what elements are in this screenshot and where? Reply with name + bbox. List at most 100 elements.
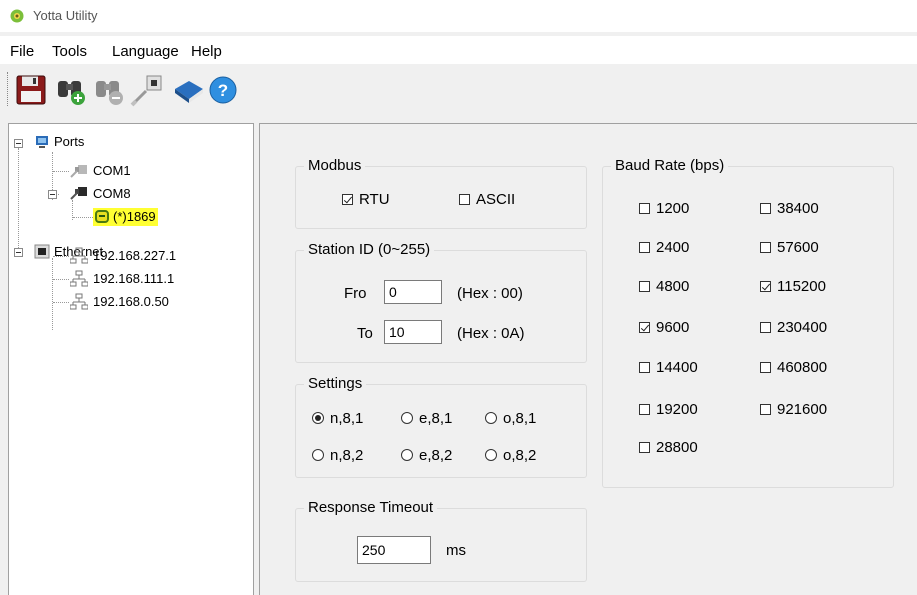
tree-node-ip2[interactable]: 192.168.111.1 bbox=[9, 270, 249, 288]
tree-node-ip1[interactable]: 192.168.227.1 bbox=[9, 247, 249, 265]
book-icon[interactable] bbox=[172, 73, 206, 107]
radio-n82[interactable]: n,8,2 bbox=[312, 447, 363, 464]
timeout-input[interactable] bbox=[357, 536, 431, 564]
option-label: o,8,1 bbox=[503, 410, 537, 427]
checkbox-icon bbox=[639, 362, 650, 373]
svg-text:?: ? bbox=[218, 81, 228, 100]
tree-label-device: (*)1869 bbox=[111, 208, 158, 226]
checkbox-icon bbox=[639, 203, 650, 214]
response-timeout-title: Response Timeout bbox=[304, 499, 438, 516]
tree-label-ip: 192.168.0.50 bbox=[93, 294, 169, 309]
baud-rate-title: Baud Rate (bps) bbox=[611, 157, 729, 174]
baud-label: 921600 bbox=[777, 401, 828, 418]
tree-node-device[interactable]: (*)1869 bbox=[9, 208, 249, 226]
ascii-checkbox[interactable]: ASCII bbox=[459, 191, 515, 208]
from-label: Fro bbox=[344, 285, 367, 302]
baud-57600-checkbox[interactable]: 57600 bbox=[760, 239, 819, 256]
baud-label: 4800 bbox=[656, 278, 690, 295]
gear-flower-icon bbox=[10, 9, 24, 23]
menu-bar: File Tools Language Help bbox=[0, 36, 917, 64]
baud-label: 115200 bbox=[777, 278, 826, 295]
baud-label: 9600 bbox=[656, 319, 690, 336]
checkbox-icon bbox=[639, 322, 650, 333]
baud-28800-checkbox[interactable]: 28800 bbox=[639, 439, 698, 456]
station-id-group: Station ID (0~255) Fro (Hex : 00) To (He… bbox=[295, 241, 587, 363]
checkbox-icon bbox=[760, 242, 771, 253]
baud-921600-checkbox[interactable]: 921600 bbox=[760, 401, 827, 418]
menu-language[interactable]: Language bbox=[112, 43, 179, 60]
rtu-checkbox[interactable]: RTU bbox=[342, 191, 390, 208]
network-icon bbox=[70, 270, 88, 287]
baud-4800-checkbox[interactable]: 4800 bbox=[639, 278, 689, 295]
radio-icon bbox=[401, 412, 413, 424]
from-input[interactable] bbox=[384, 280, 442, 304]
baud-label: 230400 bbox=[777, 319, 828, 336]
baud-9600-checkbox[interactable]: 9600 bbox=[639, 319, 689, 336]
baud-label: 57600 bbox=[777, 239, 819, 256]
option-label: n,8,1 bbox=[330, 410, 364, 427]
to-input[interactable] bbox=[384, 320, 442, 344]
baud-1200-checkbox[interactable]: 1200 bbox=[639, 200, 689, 217]
checkbox-icon bbox=[760, 404, 771, 415]
radio-e81[interactable]: e,8,1 bbox=[401, 410, 452, 427]
tree-node-com1[interactable]: COM1 bbox=[9, 162, 249, 180]
checkbox-icon bbox=[342, 194, 353, 205]
menu-file[interactable]: File bbox=[10, 43, 34, 60]
collapse-icon[interactable] bbox=[14, 139, 23, 148]
baud-38400-checkbox[interactable]: 38400 bbox=[760, 200, 819, 217]
device-tree[interactable]: Ports COM1 COM8 (*)1869 Ethernet 192.168… bbox=[8, 123, 254, 595]
baud-label: 2400 bbox=[656, 239, 690, 256]
search-remove-icon[interactable] bbox=[92, 73, 126, 107]
checkbox-icon bbox=[639, 404, 650, 415]
baud-19200-checkbox[interactable]: 19200 bbox=[639, 401, 698, 418]
to-label: To bbox=[357, 325, 373, 342]
modbus-title: Modbus bbox=[304, 157, 366, 174]
ascii-label: ASCII bbox=[476, 191, 516, 208]
radio-icon bbox=[485, 449, 497, 461]
baud-label: 28800 bbox=[656, 439, 698, 456]
search-add-icon[interactable] bbox=[54, 73, 88, 107]
modbus-group: Modbus RTU ASCII bbox=[295, 157, 587, 229]
baud-460800-checkbox[interactable]: 460800 bbox=[760, 359, 827, 376]
menu-help[interactable]: Help bbox=[191, 43, 222, 60]
from-hex: (Hex : 00) bbox=[457, 285, 523, 302]
checkbox-icon bbox=[760, 203, 771, 214]
option-label: n,8,2 bbox=[330, 447, 364, 464]
option-label: e,8,2 bbox=[419, 447, 453, 464]
radio-o81[interactable]: o,8,1 bbox=[485, 410, 536, 427]
radio-o82[interactable]: o,8,2 bbox=[485, 447, 536, 464]
tree-label-ip: 192.168.111.1 bbox=[93, 271, 175, 286]
ports-icon bbox=[36, 136, 48, 148]
radio-icon bbox=[401, 449, 413, 461]
baud-2400-checkbox[interactable]: 2400 bbox=[639, 239, 689, 256]
save-icon[interactable] bbox=[14, 73, 48, 107]
collapse-icon[interactable] bbox=[48, 190, 57, 199]
baud-230400-checkbox[interactable]: 230400 bbox=[760, 319, 827, 336]
help-icon[interactable]: ? bbox=[206, 73, 240, 107]
tree-node-ports[interactable]: Ports bbox=[9, 133, 249, 151]
rtu-label: RTU bbox=[359, 191, 390, 208]
toolbar-grip bbox=[7, 72, 10, 106]
tree-label-com8: COM8 bbox=[93, 186, 131, 201]
baud-rate-group: Baud Rate (bps) 1200 2400 4800 9600 1440… bbox=[602, 157, 894, 488]
connect-icon[interactable] bbox=[130, 73, 164, 107]
tree-node-ip3[interactable]: 192.168.0.50 bbox=[9, 293, 249, 311]
response-timeout-group: Response Timeout ms bbox=[295, 499, 587, 582]
to-hex: (Hex : 0A) bbox=[457, 325, 525, 342]
option-label: e,8,1 bbox=[419, 410, 453, 427]
network-icon bbox=[70, 247, 88, 264]
checkbox-icon bbox=[459, 194, 470, 205]
radio-e82[interactable]: e,8,2 bbox=[401, 447, 452, 464]
tree-node-com8[interactable]: COM8 bbox=[9, 185, 249, 203]
radio-n81[interactable]: n,8,1 bbox=[312, 410, 363, 427]
checkbox-icon bbox=[639, 242, 650, 253]
splitter[interactable] bbox=[255, 122, 258, 594]
serial-port-icon bbox=[70, 165, 87, 178]
baud-115200-checkbox[interactable]: 115200 bbox=[760, 278, 826, 295]
baud-14400-checkbox[interactable]: 14400 bbox=[639, 359, 698, 376]
checkbox-icon bbox=[760, 322, 771, 333]
tree-label-com1: COM1 bbox=[93, 163, 131, 178]
menu-tools[interactable]: Tools bbox=[52, 43, 87, 60]
baud-label: 38400 bbox=[777, 200, 819, 217]
network-icon bbox=[70, 293, 88, 310]
